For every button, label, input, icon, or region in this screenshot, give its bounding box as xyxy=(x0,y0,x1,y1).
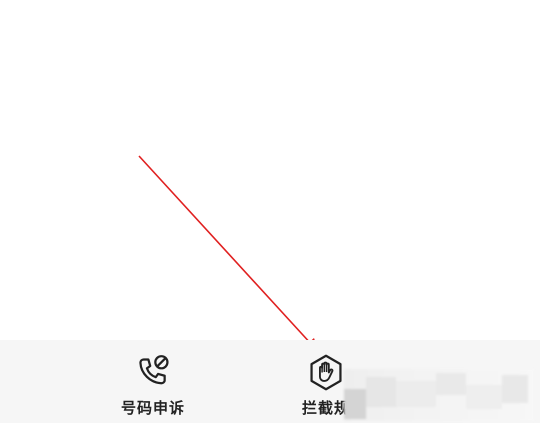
hand-stop-icon xyxy=(310,354,342,391)
content-area xyxy=(0,0,540,340)
tab-number-appeal[interactable]: 号码申诉 xyxy=(98,352,208,418)
phone-blocked-icon xyxy=(139,355,169,385)
tab-block-rules-label: 拦截规 xyxy=(301,399,350,417)
screen: 号码申诉 拦截规 xyxy=(0,0,540,423)
tab-number-appeal-label: 号码申诉 xyxy=(120,399,185,417)
blurred-region xyxy=(344,369,534,421)
